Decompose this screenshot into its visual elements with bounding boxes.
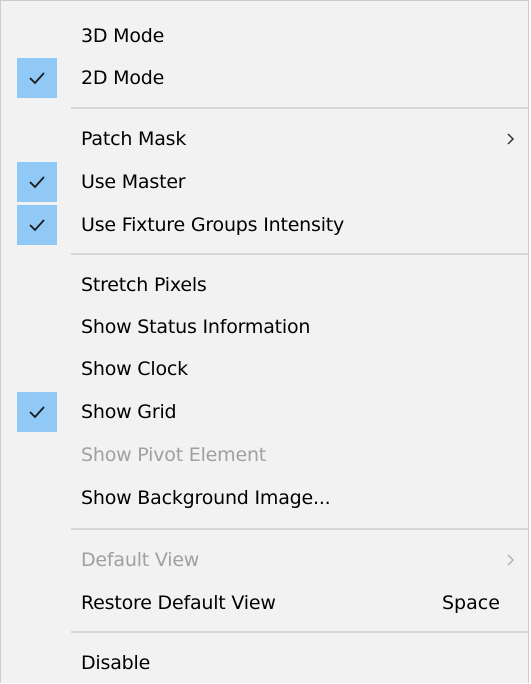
shortcut-label: Space bbox=[442, 592, 500, 614]
menu-item-label: Show Background Image... bbox=[81, 487, 331, 509]
checkmark-icon bbox=[17, 392, 57, 432]
menu-item-2d-mode[interactable]: 2D Mode bbox=[1, 57, 528, 99]
menu-item-label: Show Grid bbox=[81, 401, 177, 423]
menu-item-label: Show Status Information bbox=[81, 316, 311, 338]
menu-item-stretch-pixels[interactable]: Stretch Pixels bbox=[1, 264, 528, 306]
checkmark-icon bbox=[17, 58, 57, 98]
context-menu: 3D Mode 2D Mode Patch Mask Use Master Us… bbox=[0, 0, 529, 683]
menu-item-show-grid[interactable]: Show Grid bbox=[1, 391, 528, 433]
menu-item-3d-mode[interactable]: 3D Mode bbox=[1, 15, 528, 57]
menu-item-use-master[interactable]: Use Master bbox=[1, 161, 528, 203]
menu-item-default-view: Default View bbox=[1, 539, 528, 581]
menu-item-disable[interactable]: Disable bbox=[1, 642, 528, 684]
menu-item-label: Stretch Pixels bbox=[81, 274, 207, 296]
menu-item-patch-mask[interactable]: Patch Mask bbox=[1, 118, 528, 160]
menu-item-label: Restore Default View bbox=[81, 592, 276, 614]
menu-separator bbox=[71, 253, 528, 255]
menu-item-restore-default-view[interactable]: Restore Default View Space bbox=[1, 582, 528, 624]
menu-item-label: Use Master bbox=[81, 171, 186, 193]
menu-separator bbox=[71, 528, 528, 530]
chevron-right-icon bbox=[507, 554, 515, 566]
menu-item-label: Patch Mask bbox=[81, 128, 187, 150]
menu-item-show-clock[interactable]: Show Clock bbox=[1, 348, 528, 390]
menu-separator bbox=[71, 631, 528, 633]
menu-item-label: Show Clock bbox=[81, 358, 188, 380]
menu-item-label: Show Pivot Element bbox=[81, 444, 267, 466]
menu-item-show-status-information[interactable]: Show Status Information bbox=[1, 306, 528, 348]
menu-item-use-fixture-groups-intensity[interactable]: Use Fixture Groups Intensity bbox=[1, 204, 528, 246]
menu-item-label: Disable bbox=[81, 652, 151, 674]
checkmark-icon bbox=[17, 162, 57, 202]
checkmark-icon bbox=[17, 205, 57, 245]
menu-separator bbox=[71, 107, 528, 109]
menu-item-label: 3D Mode bbox=[81, 25, 165, 47]
chevron-right-icon bbox=[507, 133, 515, 145]
menu-item-label: 2D Mode bbox=[81, 67, 165, 89]
menu-item-label: Default View bbox=[81, 549, 200, 571]
menu-item-label: Use Fixture Groups Intensity bbox=[81, 214, 345, 236]
menu-item-show-pivot-element: Show Pivot Element bbox=[1, 434, 528, 476]
menu-item-show-background-image[interactable]: Show Background Image... bbox=[1, 477, 528, 519]
